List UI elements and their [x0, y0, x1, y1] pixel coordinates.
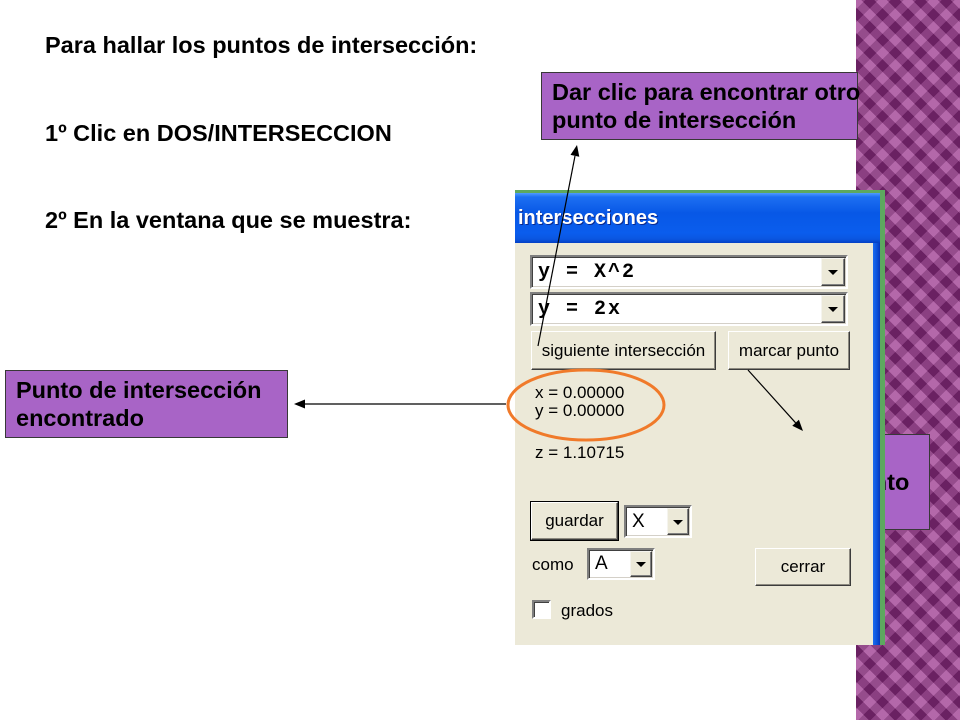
degrees-checkbox[interactable] — [532, 600, 551, 619]
as-name-value: A — [595, 553, 608, 574]
chevron-down-icon — [828, 307, 838, 312]
window-edge-right — [880, 190, 885, 645]
result-x: x = 0.00000 — [535, 383, 625, 402]
function-2-select[interactable]: y = 2x — [530, 292, 848, 326]
as-label: como — [532, 555, 574, 574]
chevron-down-icon — [636, 562, 646, 567]
as-name-dropdown-button[interactable] — [630, 551, 652, 577]
callout-line: encontrado — [16, 405, 144, 431]
as-name-select[interactable]: A — [587, 548, 655, 580]
function-1-select[interactable]: y = X^2 — [530, 255, 848, 289]
chevron-down-icon — [673, 519, 683, 525]
arrowhead-icon — [570, 145, 580, 157]
function-1-dropdown-button[interactable] — [821, 258, 845, 286]
callout-line: Dar clic para encontrar otro — [552, 79, 861, 105]
degrees-label[interactable]: grados — [561, 601, 613, 620]
callout-line: Punto de intersección — [16, 377, 262, 403]
callout-next-intersection: Dar clic para encontrar otro punto de in… — [541, 72, 861, 140]
save-variable-dropdown-button[interactable] — [667, 508, 689, 535]
mark-point-button[interactable]: marcar punto — [728, 331, 850, 370]
instruction-step-1: 1º Clic en DOS/INTERSECCION — [45, 120, 392, 146]
function-1-value: y = X^2 — [538, 260, 637, 284]
callout-line: punto de intersección — [552, 107, 797, 133]
instruction-step-2: 2º En la ventana que se muestra: — [45, 207, 412, 233]
slide: Para hallar los puntos de intersección: … — [0, 0, 960, 720]
chevron-down-icon — [828, 270, 838, 275]
callout-point-found: Punto de intersección encontrado — [5, 370, 288, 438]
arrowhead-icon — [294, 399, 305, 409]
dialog-title-bar[interactable]: intersecciones — [515, 193, 880, 243]
function-2-value: y = 2x — [538, 297, 623, 321]
close-button[interactable]: cerrar — [755, 548, 851, 586]
result-z: z = 1.10715 — [535, 443, 625, 462]
dialog-title: intersecciones — [518, 207, 659, 229]
next-intersection-button[interactable]: siguiente intersección — [531, 331, 716, 370]
arrow-to-point-found-callout — [294, 399, 506, 409]
intersections-dialog: intersecciones y = X^2 y = 2x siguiente … — [515, 190, 885, 645]
save-variable-value: X — [632, 510, 645, 532]
result-y: y = 0.00000 — [535, 401, 625, 420]
window-frame-right — [873, 243, 880, 645]
instruction-title: Para hallar los puntos de intersección: — [45, 32, 478, 58]
function-2-dropdown-button[interactable] — [821, 295, 845, 323]
save-button[interactable]: guardar — [530, 501, 619, 541]
save-variable-select[interactable]: X — [624, 505, 692, 538]
dialog-body: y = X^2 y = 2x siguiente intersección ma… — [515, 243, 873, 645]
